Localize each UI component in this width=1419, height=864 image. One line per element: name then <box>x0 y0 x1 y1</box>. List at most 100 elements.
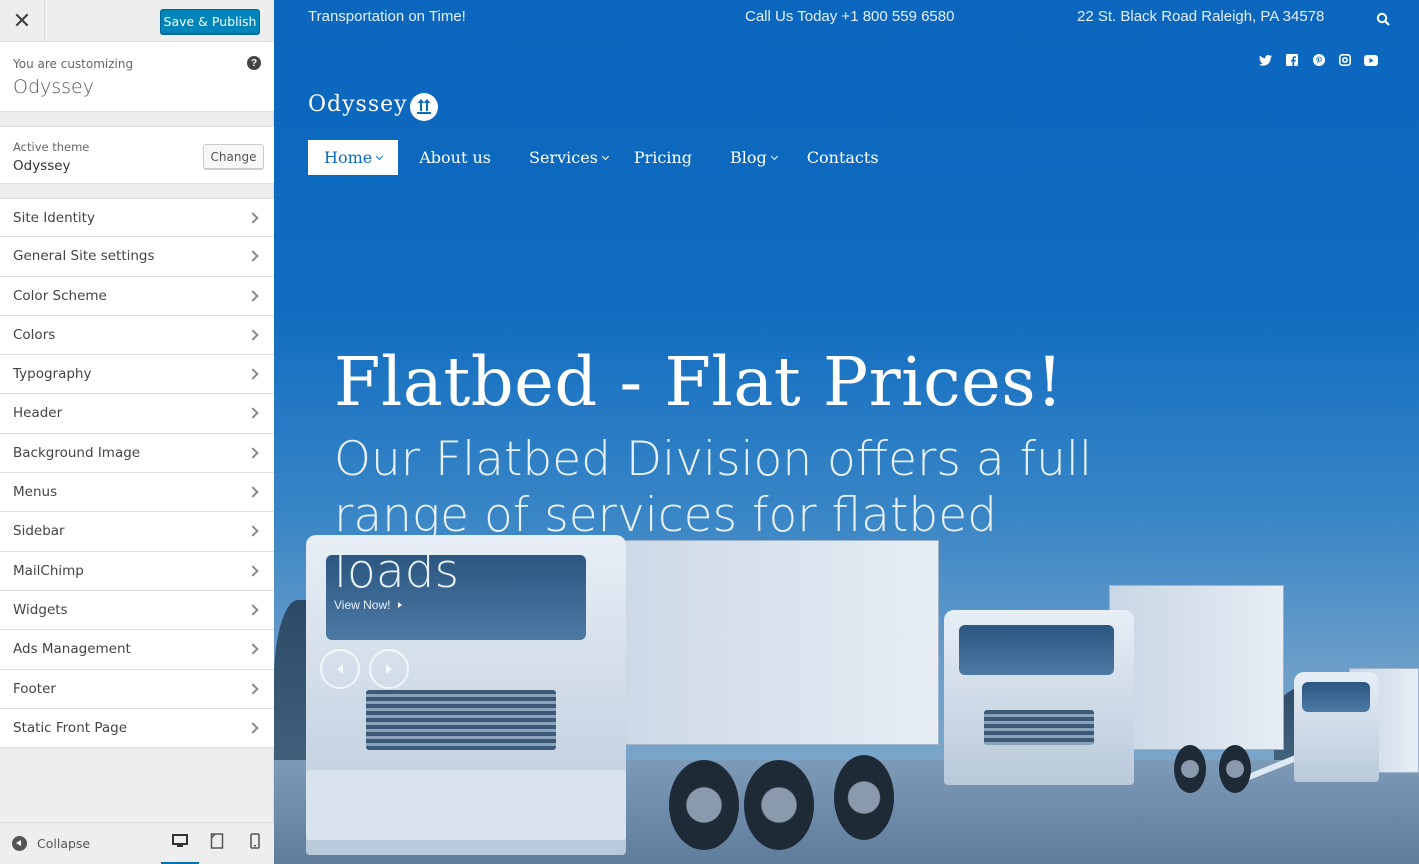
customizer-header: ✕ Save & Publish <box>0 0 274 42</box>
nav-contacts[interactable]: Contacts <box>793 140 895 175</box>
section-site-identity[interactable]: Site Identity <box>0 198 274 238</box>
section-ads-management[interactable]: Ads Management <box>0 630 274 670</box>
section-label: General Site settings <box>13 248 155 265</box>
section-menus[interactable]: Menus <box>0 473 274 513</box>
chevron-right-icon <box>247 250 259 262</box>
section-label: Footer <box>13 680 56 697</box>
truck-wheel <box>744 760 814 850</box>
facebook-icon[interactable] <box>1285 53 1299 67</box>
hero-subtitle: Our Flatbed Division offers a full range… <box>334 432 1093 599</box>
section-color-scheme[interactable]: Color Scheme <box>0 276 274 316</box>
logo-arrows-icon[interactable] <box>410 93 438 121</box>
view-now-link[interactable]: View Now! <box>334 598 403 612</box>
section-background-image[interactable]: Background Image <box>0 433 274 474</box>
site-tagline: Transportation on Time! <box>308 8 466 25</box>
section-label: MailChimp <box>13 562 84 579</box>
section-label: Ads Management <box>13 641 131 658</box>
section-label: Widgets <box>13 601 68 618</box>
arrow-left-icon <box>337 664 343 674</box>
section-footer[interactable]: Footer <box>0 669 274 709</box>
nav-home[interactable]: Home <box>308 140 399 175</box>
truck-windshield <box>959 625 1114 675</box>
customizer-sidebar: ✕ Save & Publish You are customizing Ody… <box>0 0 274 864</box>
slider-prev-button[interactable] <box>320 649 360 689</box>
chevron-right-icon <box>247 486 259 498</box>
mobile-preview-button[interactable] <box>245 833 265 855</box>
search-icon[interactable] <box>1376 12 1390 26</box>
chevron-down-icon <box>770 152 778 160</box>
chevron-right-icon <box>247 722 259 734</box>
mobile-icon <box>250 833 260 849</box>
nav-label: About us <box>419 148 491 167</box>
hero-title: Flatbed - Flat Prices! <box>334 343 1064 421</box>
section-typography[interactable]: Typography <box>0 355 274 395</box>
active-theme-name: Odyssey <box>13 158 71 174</box>
help-icon[interactable]: ? <box>247 56 261 70</box>
youtube-icon[interactable] <box>1364 53 1378 67</box>
truck-wheel <box>834 755 894 840</box>
section-general-site-settings[interactable]: General Site settings <box>0 237 274 277</box>
section-static-front-page[interactable]: Static Front Page <box>0 708 274 749</box>
nav-label: Blog <box>730 148 767 167</box>
nav-services[interactable]: Services <box>507 140 624 175</box>
view-now-label: View Now! <box>334 598 391 612</box>
caret-right-icon <box>398 602 403 608</box>
section-label: Colors <box>13 326 56 343</box>
instagram-icon[interactable] <box>1338 53 1352 67</box>
nav-about-us[interactable]: About us <box>398 140 507 175</box>
section-mailchimp[interactable]: MailChimp <box>0 551 274 591</box>
arrow-right-icon <box>386 664 392 674</box>
close-icon: ✕ <box>12 8 32 34</box>
chevron-down-icon <box>601 152 609 160</box>
collapse-arrow-icon <box>12 836 27 851</box>
pinterest-icon[interactable] <box>1312 53 1326 67</box>
active-theme-label: Active theme <box>13 140 90 154</box>
slider-next-button[interactable] <box>369 649 409 689</box>
truck-wheel <box>1219 745 1251 793</box>
close-customizer-button[interactable]: ✕ <box>0 0 45 42</box>
desktop-icon <box>172 834 188 847</box>
chevron-right-icon <box>247 329 259 341</box>
customizing-label: You are customizing <box>13 57 134 71</box>
chevron-right-icon <box>247 643 259 655</box>
section-widgets[interactable]: Widgets <box>0 590 274 631</box>
chevron-right-icon <box>247 565 259 577</box>
nav-blog[interactable]: Blog <box>708 140 793 175</box>
truck-bumper <box>306 770 626 840</box>
section-sidebar[interactable]: Sidebar <box>0 512 274 552</box>
save-publish-button[interactable]: Save & Publish <box>160 9 260 34</box>
nav-label: Home <box>324 148 373 167</box>
tablet-icon <box>210 833 224 849</box>
section-label: Static Front Page <box>13 719 128 736</box>
collapse-label: Collapse <box>37 836 91 851</box>
section-label: Typography <box>13 366 92 383</box>
section-label: Header <box>13 405 63 422</box>
change-theme-button[interactable]: Change <box>203 144 264 169</box>
section-header[interactable]: Header <box>0 394 274 434</box>
collapse-button[interactable]: Collapse <box>12 836 90 851</box>
nav-label: Services <box>529 148 598 167</box>
section-label: Menus <box>13 484 58 501</box>
tablet-preview-button[interactable] <box>207 833 227 855</box>
contact-phone: Call Us Today +1 800 559 6580 <box>745 8 955 25</box>
chevron-right-icon <box>247 407 259 420</box>
desktop-preview-button[interactable] <box>161 833 199 864</box>
twitter-icon[interactable] <box>1258 53 1272 67</box>
chevron-right-icon <box>247 212 259 224</box>
customizer-sections: Site Identity General Site settings Colo… <box>0 198 274 749</box>
chevron-right-icon <box>247 289 259 302</box>
site-preview: Transportation on Time! Call Us Today +1… <box>274 0 1419 864</box>
nav-pricing[interactable]: Pricing <box>624 140 708 175</box>
main-navigation: Home About us Services Pricing Blog Cont… <box>308 140 895 175</box>
truck-wheel <box>669 760 739 850</box>
site-logo-text[interactable]: Odyssey <box>308 92 408 117</box>
chevron-down-icon <box>376 152 384 160</box>
chevron-right-icon <box>247 604 259 616</box>
chevron-right-icon <box>247 368 259 380</box>
section-label: Background Image <box>13 444 141 461</box>
truck-grille <box>984 710 1094 745</box>
truck-trailer <box>1109 585 1284 750</box>
nav-label: Pricing <box>633 148 693 167</box>
nav-label: Contacts <box>806 148 879 167</box>
section-colors[interactable]: Colors <box>0 315 274 356</box>
